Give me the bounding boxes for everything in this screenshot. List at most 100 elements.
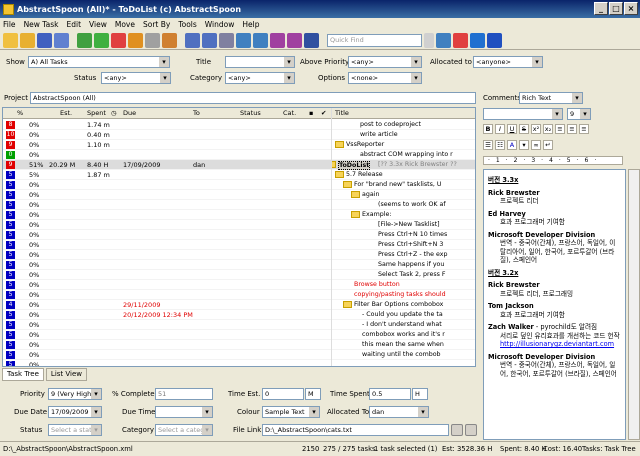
tree-item[interactable]: For "brand new" tasklists, U — [332, 180, 475, 190]
tab-list-view[interactable]: List View — [45, 368, 87, 381]
tree-item[interactable]: Browse button — [332, 280, 475, 290]
tree-item[interactable]: Press Ctrl+Shift+N 3 — [332, 240, 475, 250]
menu-tools[interactable]: Tools — [178, 20, 196, 29]
strikethrough-icon[interactable]: S — [519, 124, 529, 134]
align-right-icon[interactable]: ≡ — [579, 124, 589, 134]
italic-icon[interactable]: I — [495, 124, 505, 134]
tree-item[interactable]: Press Ctrl+N 10 times — [332, 230, 475, 240]
allocated-to-select[interactable]: <anyone> — [473, 56, 543, 68]
tree-item[interactable]: Example: — [332, 210, 475, 220]
undo-icon[interactable] — [185, 32, 200, 48]
menu-file[interactable]: File — [3, 20, 16, 29]
browse-icon[interactable] — [451, 424, 463, 436]
tree-item[interactable]: waiting until the combob — [332, 350, 475, 360]
highlight-icon[interactable]: ▾ — [519, 140, 529, 150]
done-col-icon[interactable]: ✔ — [321, 109, 326, 117]
minimize-button[interactable]: _ — [594, 2, 608, 15]
new-icon[interactable] — [3, 32, 18, 48]
clock-icon[interactable]: ◷ — [111, 109, 117, 117]
col-status[interactable]: Status — [240, 109, 261, 117]
time-est-input[interactable]: 0 — [262, 388, 304, 400]
status-filter-select[interactable]: <any> — [101, 72, 171, 84]
align-left-icon[interactable]: ≡ — [555, 124, 565, 134]
status-detail-select[interactable]: Select a status — [48, 424, 102, 436]
cut-icon[interactable] — [145, 32, 160, 48]
new-subtask-icon[interactable] — [94, 32, 109, 48]
allocated-to-detail-select[interactable]: dan — [369, 406, 429, 418]
save-all-icon[interactable] — [54, 32, 69, 48]
priority-select[interactable]: 9 (Very High — [48, 388, 102, 400]
menu-move[interactable]: Move — [115, 20, 135, 29]
options-select[interactable]: <none> — [348, 72, 422, 84]
insert-link-icon[interactable]: ∞ — [531, 140, 541, 150]
underline-icon[interactable]: U — [507, 124, 517, 134]
task-grid[interactable]: % Est. Spent ◷ Due To Status Cat. ▪ ✔ Ti… — [2, 107, 476, 367]
print-icon[interactable] — [219, 32, 234, 48]
numbering-icon[interactable]: ☷ — [495, 140, 505, 150]
save-icon[interactable] — [37, 32, 52, 48]
superscript-icon[interactable]: x² — [531, 124, 541, 134]
paint-icon[interactable] — [162, 32, 177, 48]
col-est[interactable]: Est. — [60, 109, 72, 117]
maximize-button[interactable]: □ — [609, 2, 623, 15]
tree-item[interactable] — [332, 360, 475, 366]
help-icon[interactable] — [487, 32, 502, 48]
col-to[interactable]: To — [193, 109, 200, 117]
col-spent[interactable]: Spent — [87, 109, 106, 117]
menu-new-task[interactable]: New Task — [24, 20, 59, 29]
quick-find-dropdown-icon[interactable] — [424, 32, 434, 48]
font-color-icon[interactable]: A — [507, 140, 517, 150]
col-pct[interactable]: % — [17, 109, 23, 117]
comments-format-select[interactable]: Rich Text — [519, 92, 583, 104]
tree-item[interactable]: VssReporter — [332, 140, 475, 150]
project-name-input[interactable]: AbstractSpoon (All) — [30, 92, 476, 104]
menu-edit[interactable]: Edit — [67, 20, 82, 29]
refresh-icon[interactable] — [470, 32, 485, 48]
delete-task-icon[interactable] — [111, 32, 126, 48]
above-priority-select[interactable]: <any> — [348, 56, 422, 68]
tree-item[interactable]: this mean the same when — [332, 340, 475, 350]
quick-find-input[interactable]: Quick Find — [327, 33, 422, 47]
tree-item[interactable]: [File->New Tasklist] — [332, 220, 475, 230]
menu-sort-by[interactable]: Sort By — [143, 20, 170, 29]
tab-task-tree[interactable]: Task Tree — [2, 368, 44, 381]
tree-item[interactable]: again — [332, 190, 475, 200]
subscript-icon[interactable]: x₂ — [543, 124, 553, 134]
bullets-icon[interactable]: ☰ — [483, 140, 493, 150]
edit-icon[interactable] — [128, 32, 143, 48]
menu-window[interactable]: Window — [205, 20, 235, 29]
time-spent-input[interactable]: 0.5 — [369, 388, 411, 400]
comments-scrollbar[interactable] — [628, 169, 640, 440]
title-input[interactable] — [225, 56, 295, 68]
tree-item[interactable]: write article — [332, 130, 475, 140]
sort-icon[interactable] — [436, 32, 451, 48]
redo-icon[interactable] — [202, 32, 217, 48]
tree-item[interactable]: post to codeproject — [332, 120, 475, 130]
move-right-icon[interactable] — [287, 32, 302, 48]
show-select[interactable]: A) All Tasks — [28, 56, 170, 68]
col-cat[interactable]: Cat. — [283, 109, 296, 117]
close-button[interactable]: × — [624, 2, 638, 15]
col-due[interactable]: Due — [123, 109, 136, 117]
flag-col-icon[interactable]: ▪ — [309, 109, 313, 117]
file-link-input[interactable]: D:\_AbstractSpoon\cats.txt — [262, 424, 449, 436]
comments-editor[interactable]: 버전 3.3x Rick Brewster 프로젝트 리더 Ed Harvey 효과 프… — [483, 169, 626, 440]
task-tree[interactable]: post to codeproject write article VssRepor… — [331, 108, 475, 366]
move-left-icon[interactable] — [270, 32, 285, 48]
complete-input[interactable]: 51 — [155, 388, 213, 400]
tree-item[interactable]: copying/pasting tasks should — [332, 290, 475, 300]
tree-item[interactable]: Select Task 2, press F — [332, 270, 475, 280]
tree-item[interactable]: ToDoList [?? 3.3x Rick Brewster ?? — [332, 160, 475, 170]
wrap-icon[interactable]: ↵ — [543, 140, 553, 150]
time-est-unit[interactable]: M — [305, 388, 321, 400]
ruler[interactable]: ·1·2·3·4·5·6· — [483, 156, 623, 165]
open-link-icon[interactable] — [465, 424, 477, 436]
stop-icon[interactable] — [453, 32, 468, 48]
tree-item[interactable]: - Could you update the ta — [332, 310, 475, 320]
category-detail-select[interactable]: Select a catego — [155, 424, 213, 436]
tree-item[interactable]: abstract COM wrapping into r — [332, 150, 475, 160]
comment-link[interactable]: http://illusionarygz.deviantart.com — [488, 340, 621, 349]
category-filter-select[interactable]: <any> — [225, 72, 295, 84]
due-time-select[interactable] — [155, 406, 213, 418]
find-icon[interactable] — [304, 32, 319, 48]
